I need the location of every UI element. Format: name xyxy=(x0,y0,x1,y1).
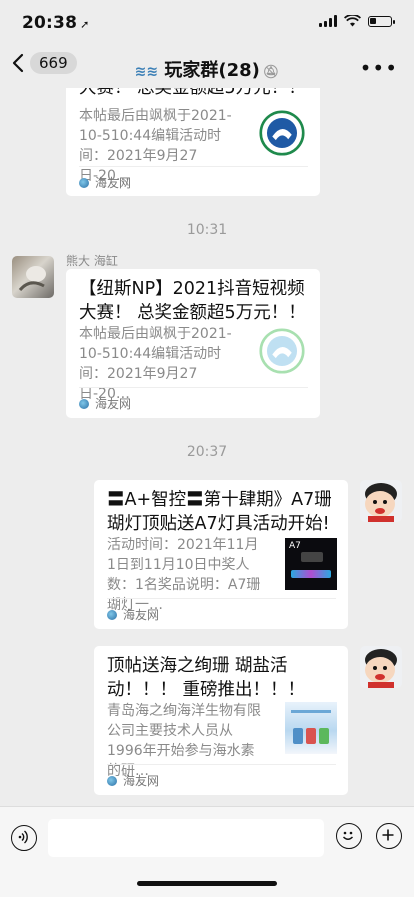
card-thumbnail-image: A7 xyxy=(285,538,337,590)
message-list[interactable]: 大赛！ 总奖金额超5万元！！ 本帖最后由飒枫于2021-10-510:44编辑活… xyxy=(0,88,414,806)
source-logo-icon xyxy=(79,177,89,188)
link-card-3[interactable]: 〓A+智控〓第十肆期》A7珊瑚灯顶贴送A7灯具活动开始! 活动时间：2021年1… xyxy=(94,480,348,629)
card-thumbnail-image xyxy=(285,702,337,754)
card-thumbnail-logo xyxy=(259,328,305,374)
avatar-photo xyxy=(18,266,46,292)
source-logo-icon xyxy=(107,609,117,620)
card-source: 海友网 xyxy=(107,764,336,789)
status-time: 20:38 ➚ xyxy=(22,13,90,33)
avatar[interactable] xyxy=(360,646,402,688)
chat-title: ≋≋ 玩家群(28) 🔕︎ xyxy=(0,56,414,82)
message-input[interactable] xyxy=(48,819,324,857)
source-logo-icon xyxy=(107,775,117,786)
voice-icon[interactable] xyxy=(11,825,37,851)
status-bar: 20:38 ➚ xyxy=(0,0,414,46)
card-title: 〓A+智控〓第十肆期》A7珊瑚灯顶贴送A7灯具活动开始! xyxy=(107,490,332,534)
chat-header: 669 ≋≋ 玩家群(28) 🔕︎ ••• xyxy=(0,46,414,88)
emoji-icon[interactable] xyxy=(336,823,362,849)
avatar[interactable] xyxy=(360,480,402,522)
time-separator: 10:31 xyxy=(186,222,228,238)
status-icons xyxy=(319,15,395,27)
bell-slash-icon: 🔕︎ xyxy=(262,65,280,80)
link-card-4[interactable]: 顶帖送海之绚珊 瑚盐活动！！！ 重磅推出！！！ 青岛海之绚海洋生物有限公司主要技… xyxy=(94,646,348,795)
card-title: 大赛！ 总奖金额超5万元！！ xyxy=(79,88,306,98)
card-source: 海友网 xyxy=(79,166,308,191)
card-thumbnail-logo xyxy=(259,110,305,156)
link-card-2[interactable]: 【纽斯NP】2021抖音短视频大赛！ 总奖金额超5万元！！ 本帖最后由飒枫于20… xyxy=(66,269,320,418)
battery-icon xyxy=(368,15,395,27)
cellular-signal-icon xyxy=(319,15,337,27)
avatar[interactable] xyxy=(12,256,54,298)
thumbnail-label: A7 xyxy=(289,541,301,551)
wifi-icon xyxy=(344,15,361,27)
plus-icon[interactable] xyxy=(376,823,402,849)
card-title: 【纽斯NP】2021抖音短视频大赛！ 总奖金额超5万元！！ xyxy=(79,279,306,323)
avatar-cartoon xyxy=(365,483,397,522)
link-card-1[interactable]: 大赛！ 总奖金额超5万元！！ 本帖最后由飒枫于2021-10-510:44编辑活… xyxy=(66,88,320,196)
avatar-cartoon xyxy=(365,649,397,688)
group-title-emoji-icon: ≋≋ xyxy=(134,64,159,80)
card-title: 顶帖送海之绚珊 瑚盐活动！！！ 重磅推出！！！ xyxy=(107,656,306,700)
home-indicator xyxy=(137,881,277,886)
source-logo-icon xyxy=(79,398,89,409)
group-name: 玩家群(28) xyxy=(164,60,260,81)
sender-name: 熊大 海缸 xyxy=(66,254,118,268)
time-separator: 20:37 xyxy=(186,444,228,460)
card-source: 海友网 xyxy=(79,387,308,412)
more-icon[interactable]: ••• xyxy=(360,56,398,80)
card-source: 海友网 xyxy=(107,598,336,623)
location-arrow-icon: ➚ xyxy=(80,18,90,31)
